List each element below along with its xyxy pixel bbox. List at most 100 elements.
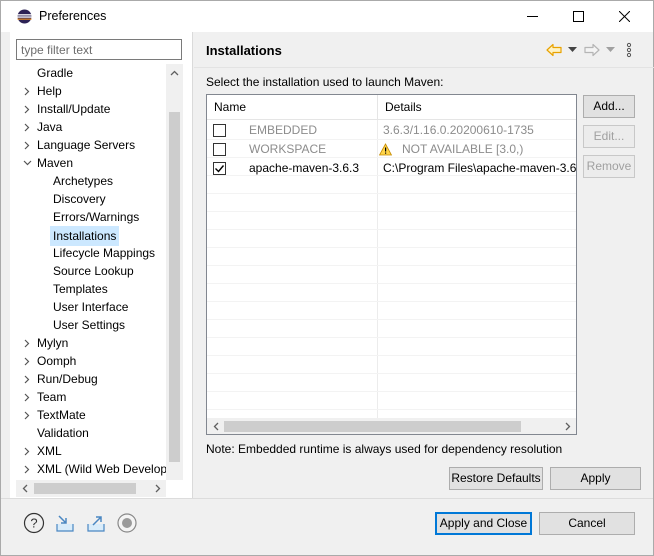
- remove-button[interactable]: Remove: [583, 155, 635, 178]
- chevron-right-icon[interactable]: [22, 406, 32, 424]
- tree-item-label: Gradle: [37, 66, 74, 80]
- tree-item[interactable]: Team: [10, 388, 170, 406]
- tree-item[interactable]: Errors/Warnings: [10, 208, 170, 226]
- checkbox-unchecked[interactable]: [213, 124, 226, 137]
- tree-item-label: User Interface: [53, 300, 129, 314]
- scroll-up-arrow[interactable]: [166, 64, 183, 81]
- tree-item[interactable]: Installations: [10, 226, 170, 246]
- record-icon[interactable]: [116, 512, 138, 534]
- tree-item[interactable]: Lifecycle Mappings: [10, 244, 170, 262]
- table-horizontal-thumb[interactable]: [224, 421, 521, 432]
- close-icon: [618, 11, 630, 22]
- tree-item[interactable]: Java: [10, 118, 170, 136]
- tree-item-label: XML (Wild Web Developer): [37, 462, 174, 476]
- maximize-button[interactable]: [555, 1, 601, 32]
- chevron-right-icon[interactable]: [22, 82, 32, 100]
- back-arrow-icon[interactable]: [546, 43, 562, 57]
- table-scroll-left-arrow[interactable]: [207, 418, 224, 434]
- chevron-right-icon[interactable]: [22, 370, 32, 388]
- scroll-left-arrow[interactable]: [16, 480, 33, 497]
- chevron-right-icon[interactable]: [22, 118, 32, 136]
- chevron-right-icon[interactable]: [22, 460, 32, 478]
- chevron-right-icon[interactable]: [22, 388, 32, 406]
- forward-dropdown-icon[interactable]: [606, 47, 615, 53]
- tree-item[interactable]: Maven: [10, 154, 170, 172]
- apply-button[interactable]: Apply: [550, 467, 641, 490]
- column-header-name[interactable]: Name: [207, 95, 377, 120]
- tree-item[interactable]: Discovery: [10, 190, 170, 208]
- table-grid-line: [207, 373, 576, 374]
- table-grid-line: [207, 283, 576, 284]
- chevron-down-icon[interactable]: [22, 154, 32, 172]
- table-grid-line: [207, 211, 576, 212]
- close-button[interactable]: [601, 1, 647, 32]
- pane-splitter[interactable]: [192, 32, 193, 498]
- tree-horizontal-thumb[interactable]: [34, 483, 136, 494]
- instructions-label: Select the installation used to launch M…: [206, 75, 444, 89]
- remove-button-label: Remove: [586, 159, 632, 173]
- import-icon[interactable]: [54, 512, 76, 534]
- export-icon[interactable]: [85, 512, 107, 534]
- tree-item[interactable]: TextMate: [10, 406, 170, 424]
- table-row[interactable]: WORKSPACE NOT AVAILABLE [3.0,): [207, 140, 576, 159]
- eclipse-icon: [17, 9, 32, 24]
- column-header-details[interactable]: Details: [378, 95, 576, 120]
- tree-item-label: XML: [37, 444, 62, 458]
- view-menu-icon[interactable]: [626, 42, 632, 58]
- tree-item[interactable]: Install/Update: [10, 100, 170, 118]
- tree-item[interactable]: Validation: [10, 424, 170, 442]
- tree-horizontal-scrollbar[interactable]: [16, 480, 166, 497]
- help-icon[interactable]: ?: [23, 512, 45, 534]
- tree-item[interactable]: Language Servers: [10, 136, 170, 154]
- tree-item[interactable]: XML: [10, 442, 170, 460]
- tree-item-label: Installations: [50, 226, 120, 246]
- tree-item-label: Maven: [37, 156, 74, 170]
- chevron-left-icon: [213, 422, 218, 431]
- apply-and-close-button[interactable]: Apply and Close: [435, 512, 532, 535]
- cancel-button[interactable]: Cancel: [539, 512, 635, 535]
- back-dropdown-icon[interactable]: [568, 47, 577, 53]
- tree-item-label: Source Lookup: [53, 264, 134, 278]
- tree-item[interactable]: XML (Wild Web Developer): [10, 460, 174, 478]
- checkmark-icon: [215, 165, 225, 173]
- chevron-right-icon[interactable]: [22, 442, 32, 460]
- chevron-right-icon[interactable]: [22, 334, 32, 352]
- tree-item[interactable]: Oomph: [10, 352, 170, 370]
- table-row[interactable]: apache-maven-3.6.3 C:\Program Files\apach…: [207, 159, 576, 178]
- table-grid-line: [207, 391, 576, 392]
- add-button-label: Add...: [593, 99, 625, 113]
- tree-item[interactable]: Templates: [10, 280, 170, 298]
- minimize-button[interactable]: [509, 1, 555, 32]
- tree-item[interactable]: User Interface: [10, 298, 170, 316]
- tree-item[interactable]: Run/Debug: [10, 370, 170, 388]
- scroll-right-arrow[interactable]: [149, 480, 166, 497]
- edit-button[interactable]: Edit...: [583, 125, 635, 148]
- forward-arrow-icon[interactable]: [584, 43, 600, 57]
- add-button[interactable]: Add...: [583, 95, 635, 118]
- checkbox-checked[interactable]: [213, 162, 226, 175]
- tree-item[interactable]: Mylyn: [10, 334, 170, 352]
- page-title: Installations: [206, 43, 282, 58]
- checkbox-unchecked[interactable]: [213, 143, 226, 156]
- tree-item[interactable]: Source Lookup: [10, 262, 170, 280]
- tree-vertical-scrollbar[interactable]: [166, 64, 183, 480]
- page-navigation-toolbar: [546, 41, 641, 61]
- table-grid-line: [207, 355, 576, 356]
- chevron-right-icon[interactable]: [22, 352, 32, 370]
- tree-item-label: Run/Debug: [37, 372, 98, 386]
- chevron-right-icon[interactable]: [22, 100, 32, 118]
- tree-item[interactable]: Gradle: [10, 64, 170, 82]
- preference-tree: Gradle Help Install/Update Java Language Ser…: [10, 64, 174, 480]
- tree-item[interactable]: Help: [10, 82, 170, 100]
- tree-item[interactable]: User Settings: [10, 316, 170, 334]
- chevron-right-icon[interactable]: [22, 136, 32, 154]
- tree-vertical-thumb[interactable]: [169, 112, 180, 462]
- table-horizontal-scrollbar[interactable]: [207, 418, 576, 434]
- filter-input[interactable]: [16, 39, 182, 60]
- tree-item[interactable]: Archetypes: [10, 172, 170, 190]
- restore-defaults-button[interactable]: Restore Defaults: [449, 467, 543, 490]
- table-grid-line: [207, 265, 576, 266]
- table-row[interactable]: EMBEDDED 3.6.3/1.16.0.20200610-1735: [207, 121, 576, 140]
- table-scroll-right-arrow[interactable]: [559, 418, 576, 434]
- tree-item-label: Errors/Warnings: [53, 210, 140, 224]
